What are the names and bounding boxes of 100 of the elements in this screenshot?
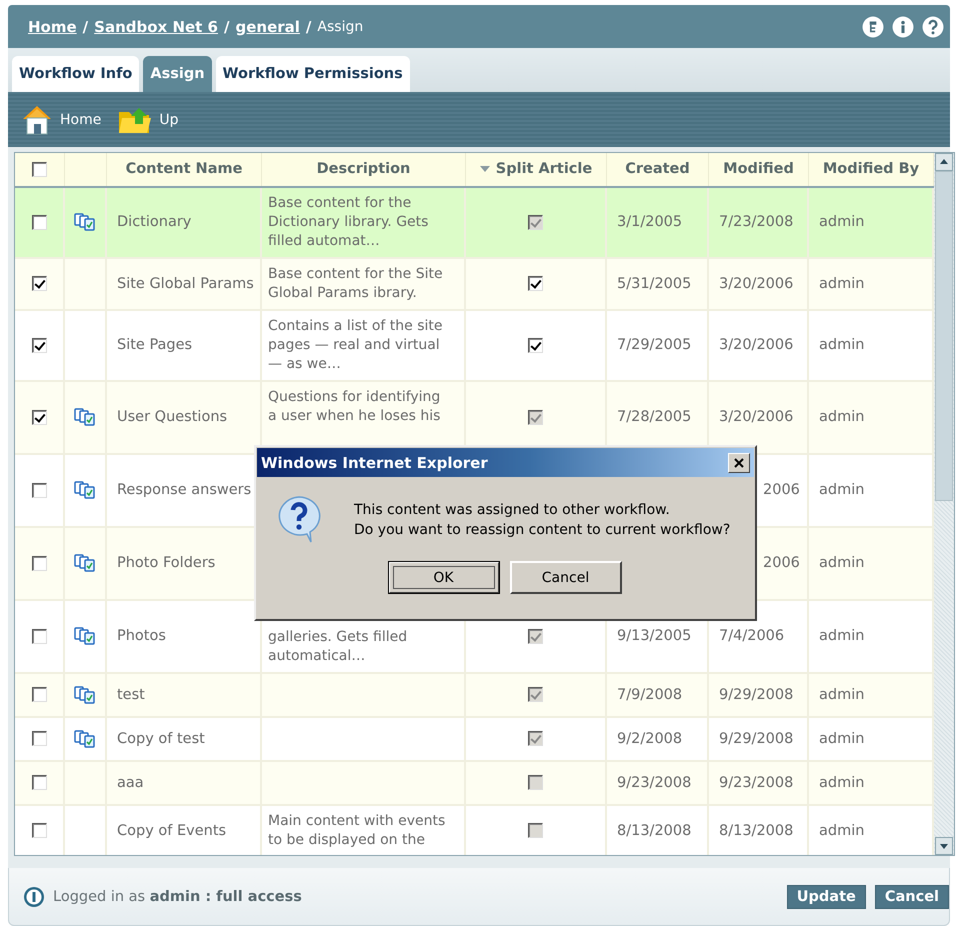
checkbox[interactable] [32,775,46,790]
table-cell: Copy of Events [117,822,226,839]
table-cell: aaa [117,774,144,791]
sitemap-icon[interactable] [862,16,884,38]
table-cell: 9/23/2008 [617,774,692,791]
checkbox[interactable] [32,410,46,425]
table-cell: admin [819,276,864,292]
table-cell: 7/9/2008 [617,686,682,703]
table-row[interactable]: Dictionary Base content for the Dictionary library. Gets filled automat… 3/1/2005 7/23/2008 admin [15,188,934,259]
table-cell: 9/2/2008 [617,730,682,747]
table-cell: User Questions [117,409,228,426]
table-cell: 2006 [763,555,800,572]
checkbox[interactable] [32,214,46,230]
table-cell: Contains a list of the site pages — real and virtual — as we… [268,316,442,374]
checkbox[interactable] [32,482,46,498]
breadcrumb-link[interactable]: general [235,18,300,36]
table-cell: Response answers [117,482,252,498]
table-cell: admin [819,337,864,354]
scroll-down-icon[interactable] [935,837,953,855]
table-cell: 9/13/2005 [617,628,692,644]
column-header[interactable]: Modified By [822,161,920,178]
table-cell: admin [819,409,864,426]
checkbox[interactable] [32,628,46,644]
checkbox[interactable] [32,731,46,746]
table-cell: admin [819,822,864,839]
breadcrumb-separator: / [306,18,312,36]
table-cell: galleries. Gets filled automatical… [268,628,408,666]
checkbox[interactable] [32,823,46,838]
info-icon [23,886,45,908]
tab[interactable]: Workflow Info [12,56,140,92]
column-header[interactable]: Created [625,161,690,178]
table-cell: 9/29/2008 [719,730,794,747]
table-cell: Dictionary [117,214,192,230]
checkbox[interactable] [32,276,46,292]
table-cell: Site Global Params [117,276,254,292]
column-header[interactable]: Modified [723,161,794,178]
dialog-title: Windows Internet Explorer [261,454,489,472]
column-header[interactable]: Split Article [496,161,592,178]
table-cell: Site Pages [117,337,192,354]
table-cell: Base content for the Dictionary library. Gets filled automat… [268,194,428,251]
close-button[interactable] [728,452,750,472]
table-cell: 8/13/2008 [719,822,794,839]
dialog-button[interactable]: OK [388,561,500,594]
table-cell: 7/29/2005 [617,337,692,354]
scroll-up-icon[interactable] [935,153,953,171]
breadcrumb-link[interactable]: Sandbox Net 6 [94,18,218,36]
checkbox[interactable] [528,276,543,292]
breadcrumb-separator: / [82,18,88,36]
table-cell: 7/4/2006 [719,628,784,644]
login-status: Logged in as admin : full access [53,888,302,904]
table-cell: Copy of test [117,730,205,747]
toolbar-link[interactable]: Up [159,112,178,128]
table-cell: 5/31/2005 [617,276,692,292]
breadcrumb-link[interactable]: Home [28,18,77,36]
table-cell: 8/13/2008 [617,822,692,839]
table-cell: 3/20/2006 [719,276,794,292]
action-button[interactable]: Update [786,884,866,908]
tab[interactable]: Assign [143,56,212,92]
table-cell: 3/20/2006 [719,409,794,426]
table-cell: 9/29/2008 [719,686,794,703]
table-cell: Base content for the Site Global Params ibrary. [268,264,443,303]
table-cell: Photos [117,628,166,644]
table-row[interactable]: test 7/9/2008 9/29/2008 admin [15,674,934,718]
table-cell: 7/28/2005 [617,409,692,426]
table-cell: admin [819,555,864,572]
table-row[interactable]: User Questions Questions for identifying a user when he loses his 7/28/2005 3/20/2006 admin [15,382,934,455]
checkbox[interactable] [32,338,46,353]
dialog-message: This content was assigned to other workflow. Do you want to reassign content to current workflow? [354,501,730,540]
checkbox[interactable] [32,687,46,702]
table-row[interactable]: Site Pages Contains a list of the site pages — real and virtual — as we… 7/29/2005 3/20/2006 admin [15,310,934,382]
table-cell: Questions for identifying a user when he loses his [268,388,440,426]
table-cell: Main content with events to be displayed on the [268,812,446,850]
table-cell: 7/23/2008 [719,214,794,230]
close-icon [733,456,745,468]
action-button[interactable]: Cancel [874,884,949,908]
table-cell: Photo Folders [117,555,216,572]
info-icon[interactable] [892,16,914,38]
table-row[interactable]: aaa 9/23/2008 9/23/2008 admin [15,762,934,806]
checkbox[interactable] [32,162,47,177]
table-cell: 9/23/2008 [719,774,794,791]
scrollbar-thumb[interactable] [935,171,953,501]
table-cell: admin [819,482,864,498]
table-cell: 2006 [763,482,800,498]
checkbox[interactable] [528,338,543,353]
help-icon[interactable] [922,16,944,38]
table-cell: admin [819,730,864,747]
table-cell: 3/1/2005 [617,214,682,230]
tab[interactable]: Workflow Permissions [216,56,410,92]
column-header[interactable]: Content Name [126,161,242,178]
dialog-button[interactable]: Cancel [510,561,622,594]
table-cell: test [117,686,145,703]
table-cell: admin [819,214,864,230]
breadcrumb-current: Assign [317,18,364,34]
table-row[interactable]: Copy of test 9/2/2008 9/29/2008 admin [15,718,934,762]
table-cell: admin [819,774,864,791]
column-header[interactable]: Description [316,161,410,178]
table-row[interactable]: Site Global Params Base content for the Site Global Params ibrary. 5/31/2005 3/20/2006 admin [15,258,934,311]
checkbox[interactable] [32,556,46,571]
table-cell: admin [819,686,864,703]
toolbar-link[interactable]: Home [60,112,102,128]
